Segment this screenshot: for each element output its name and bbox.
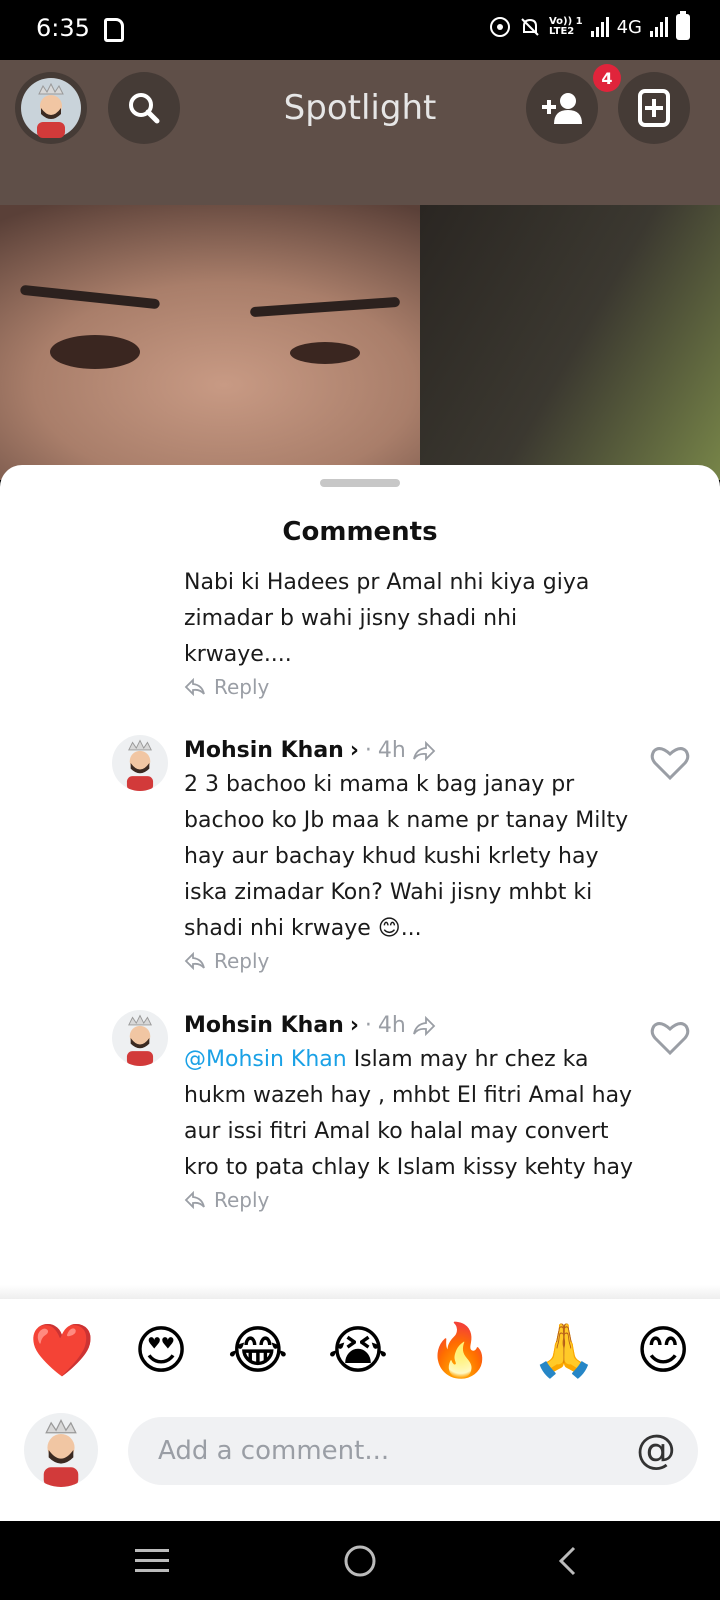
emoji-fire[interactable]: 🔥 <box>428 1321 493 1381</box>
comments-title: Comments <box>282 517 438 547</box>
emoji-pray[interactable]: 🙏 <box>532 1321 597 1381</box>
comments-sheet: Comments Nabi ki Hadees pr Amal nhi kiya… <box>0 465 720 1521</box>
reply-button[interactable]: Reply <box>184 1188 644 1212</box>
comment-header: Mohsin Khan › · 4h <box>184 735 644 767</box>
hotspot-icon <box>489 17 510 37</box>
status-bar: 6:35 Vo)) 1 LTE2 4G <box>0 0 720 60</box>
comment-header: Mohsin Khan › · 4h <box>184 1010 644 1042</box>
recents-button[interactable] <box>132 1541 172 1581</box>
like-button[interactable] <box>650 745 690 785</box>
emoji-heart[interactable]: ❤️ <box>30 1321 95 1381</box>
comment-author[interactable]: Mohsin Khan <box>184 735 344 767</box>
my-avatar <box>24 1413 98 1487</box>
back-chevron-icon <box>558 1546 576 1576</box>
emoji-smile[interactable]: 😊 <box>636 1321 690 1381</box>
back-button[interactable] <box>548 1541 588 1581</box>
list-divider <box>0 1285 720 1299</box>
like-button[interactable] <box>650 1020 690 1060</box>
reply-arrow-icon <box>184 678 205 696</box>
add-friend-icon <box>542 93 582 124</box>
chevron-right-icon: › <box>349 738 359 763</box>
mention-at-icon[interactable]: @ <box>636 1427 676 1473</box>
reply-button[interactable]: Reply <box>184 675 624 699</box>
comment-text: Nabi ki Hadees pr Amal nhi kiya giya zim… <box>184 570 590 667</box>
reply-arrow-icon <box>184 1191 205 1209</box>
comment-dot: · <box>364 1013 372 1038</box>
drag-handle[interactable] <box>320 479 400 487</box>
reply-button[interactable]: Reply <box>184 949 644 973</box>
emoji-heart-eyes[interactable]: 😍 <box>134 1321 188 1381</box>
comment-text: @Mohsin Khan Islam may hr chez ka hukm w… <box>184 1047 634 1180</box>
comment-text: 2 3 bachoo ki mama k bag janay pr bachoo… <box>184 772 629 941</box>
add-story-icon <box>638 89 670 127</box>
comment-input[interactable] <box>128 1417 698 1485</box>
comment-item: Nabi ki Hadees pr Amal nhi kiya giya zim… <box>184 565 624 699</box>
comments-list[interactable]: Nabi ki Hadees pr Amal nhi kiya giya zim… <box>0 557 720 1297</box>
home-circle-icon <box>344 1545 376 1577</box>
page-title: Spotlight <box>283 88 437 128</box>
chevron-right-icon: › <box>349 1013 359 1038</box>
sim-card-icon <box>104 18 124 42</box>
signal-icon-2 <box>650 17 668 37</box>
volte-indicator: Vo)) 1 LTE2 <box>548 16 583 37</box>
commenter-avatar[interactable] <box>112 735 168 791</box>
system-nav-bar <box>0 1521 720 1600</box>
reply-label: Reply <box>214 675 270 699</box>
share-arrow-icon[interactable] <box>412 741 436 761</box>
mute-bell-icon <box>521 18 539 36</box>
status-time: 6:35 <box>36 14 90 42</box>
reply-label: Reply <box>214 1188 270 1212</box>
heart-icon <box>650 1022 690 1056</box>
reply-arrow-icon <box>184 952 205 970</box>
comment-composer: @ <box>0 1405 720 1495</box>
reply-label: Reply <box>214 949 270 973</box>
emoji-sob[interactable]: 😭 <box>328 1321 389 1381</box>
new-story-button[interactable] <box>618 72 690 144</box>
commenter-avatar[interactable] <box>112 1010 168 1066</box>
comment-author[interactable]: Mohsin Khan <box>184 1010 344 1042</box>
emoji-reaction-bar: ❤️ 😍 😂 😭 🔥 🙏 😊 <box>0 1301 720 1401</box>
signal-icon <box>590 17 609 37</box>
bitmoji-avatar-icon <box>126 1014 154 1066</box>
bitmoji-avatar-icon <box>43 1419 79 1487</box>
comment-dot: · <box>364 738 372 763</box>
comment-time: 4h <box>377 1013 406 1038</box>
status-icons: Vo)) 1 LTE2 4G <box>489 11 690 40</box>
comment-time: 4h <box>377 738 406 763</box>
home-button[interactable] <box>340 1541 380 1581</box>
bitmoji-avatar-icon <box>126 739 154 791</box>
emoji-joy[interactable]: 😂 <box>227 1321 288 1381</box>
heart-icon <box>650 747 690 781</box>
mention-link[interactable]: @Mohsin Khan <box>184 1047 347 1072</box>
battery-icon <box>676 11 690 40</box>
network-type: 4G <box>616 16 642 38</box>
add-friend-button[interactable] <box>526 72 598 144</box>
menu-icon <box>135 1549 169 1572</box>
share-arrow-icon[interactable] <box>412 1016 436 1036</box>
friend-request-badge: 4 <box>593 64 621 92</box>
